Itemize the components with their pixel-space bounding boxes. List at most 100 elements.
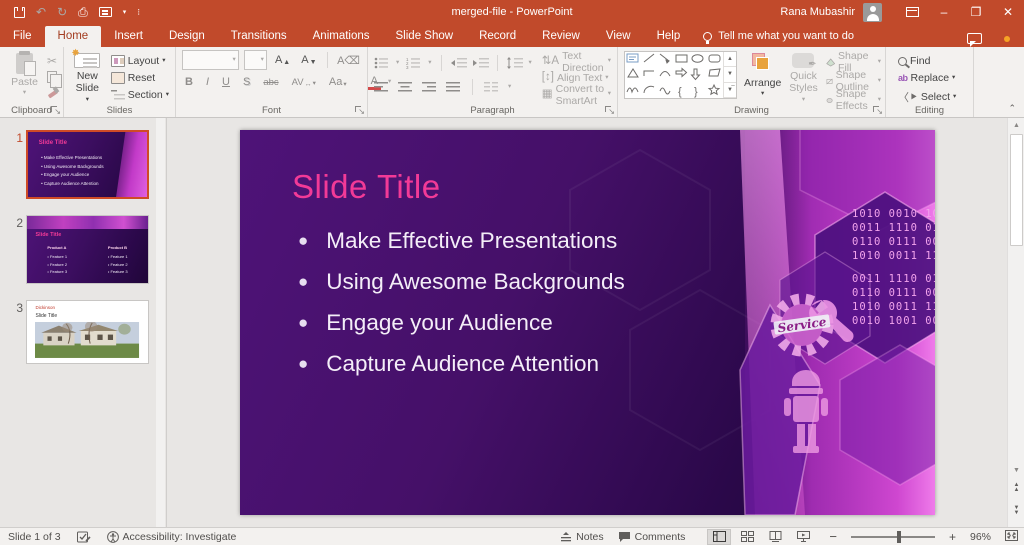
tab-file[interactable]: File — [0, 26, 45, 47]
section-button[interactable]: Section▾ — [109, 87, 171, 103]
restore-button[interactable]: ❐ — [960, 0, 992, 24]
comments-bubble-icon[interactable] — [967, 33, 982, 44]
find-button[interactable]: Find — [896, 55, 958, 67]
increase-indent-icon[interactable] — [473, 57, 488, 69]
align-center-icon[interactable] — [398, 81, 413, 93]
decrease-font-size-button[interactable]: A▼ — [298, 53, 319, 67]
previous-slide-button[interactable]: ▲▲ — [1008, 480, 1024, 496]
replace-button[interactable]: abReplace▾ — [896, 72, 958, 84]
tab-home[interactable]: Home — [45, 26, 102, 47]
undo-icon[interactable]: ↶ — [36, 6, 46, 18]
underline-button[interactable]: U — [219, 75, 233, 89]
font-name-combobox[interactable]: ▾ — [182, 50, 239, 70]
scrollbar-thumb[interactable] — [1010, 134, 1023, 246]
scroll-down-icon[interactable]: ▼ — [1008, 463, 1024, 478]
select-button[interactable]: 〈⯈Select▾ — [896, 89, 958, 105]
layout-button[interactable]: Layout▾ — [109, 53, 171, 69]
change-case-button[interactable]: Aa▾ — [326, 75, 350, 89]
thumbnail-slide-1[interactable]: 1 Slide Title • Make Effective Presentat… — [26, 130, 149, 199]
drawing-dialog-launcher[interactable] — [873, 106, 882, 115]
paragraph-dialog-launcher[interactable] — [605, 106, 614, 115]
slide-canvas[interactable]: 1010 0010 1001 0011 1110 0110 0110 0111 … — [240, 130, 935, 515]
quick-styles-button[interactable]: Quick Styles ▾ — [788, 51, 818, 103]
shapes-more-icon[interactable]: ▼̅ — [724, 83, 736, 98]
customize-qat-icon[interactable]: ⁝ — [137, 8, 140, 17]
slide-layout-icon[interactable] — [99, 7, 112, 17]
clipboard-dialog-launcher[interactable] — [51, 106, 60, 115]
close-button[interactable]: ✕ — [992, 0, 1024, 24]
collapse-ribbon-icon[interactable]: ⌃ — [1008, 103, 1016, 114]
numbering-icon[interactable]: 123 — [406, 57, 421, 69]
copy-icon[interactable] — [47, 71, 57, 83]
tab-transitions[interactable]: Transitions — [218, 26, 300, 47]
zoom-slider-thumb[interactable] — [897, 531, 901, 543]
ribbon-display-options-button[interactable] — [896, 0, 928, 24]
bold-button[interactable]: B — [182, 75, 196, 89]
cut-icon[interactable] — [47, 54, 59, 68]
slide-title-text[interactable]: Slide Title — [292, 168, 441, 206]
normal-view-button[interactable] — [707, 529, 731, 545]
avatar[interactable] — [863, 3, 882, 22]
qat-dropdown-icon[interactable]: ▾ — [123, 9, 127, 16]
accessibility-checker[interactable]: Accessibility: Investigate — [107, 531, 237, 543]
start-slideshow-icon[interactable]: ⎙ — [78, 6, 88, 18]
comments-button[interactable]: Comments — [618, 531, 686, 543]
convert-smartart-button[interactable]: ▦Convert to SmartArt▾ — [540, 86, 613, 103]
increase-font-size-button[interactable]: A▲ — [272, 53, 293, 67]
minimize-button[interactable]: – — [928, 0, 960, 24]
slide-show-button[interactable] — [791, 529, 815, 545]
italic-button[interactable]: I — [203, 75, 212, 89]
strikethrough-button[interactable]: abc — [260, 76, 281, 89]
tab-record[interactable]: Record — [466, 26, 529, 47]
tab-design[interactable]: Design — [156, 26, 218, 47]
shape-fill-button[interactable]: Shape Fill▾ — [826, 54, 881, 70]
arrange-button[interactable]: Arrange ▾ — [744, 51, 781, 103]
shapes-scroll-up-icon[interactable]: ▲ — [724, 52, 736, 67]
spell-check-icon[interactable] — [77, 531, 91, 543]
columns-icon[interactable] — [484, 81, 499, 93]
save-icon[interactable] — [14, 7, 25, 18]
vertical-scrollbar[interactable]: ▲ ▼ ▲▲ ▼▼ — [1007, 118, 1024, 527]
account-name[interactable]: Rana Mubashir — [780, 6, 855, 18]
zoom-level[interactable]: 96% — [970, 531, 991, 543]
zoom-slider[interactable] — [851, 536, 935, 538]
align-left-icon[interactable] — [374, 81, 389, 93]
align-right-icon[interactable] — [422, 81, 437, 93]
bullets-icon[interactable] — [374, 57, 389, 69]
tab-view[interactable]: View — [593, 26, 644, 47]
line-spacing-icon[interactable] — [507, 57, 522, 69]
font-dialog-launcher[interactable] — [355, 106, 364, 115]
tab-review[interactable]: Review — [529, 26, 593, 47]
tab-slide-show[interactable]: Slide Show — [383, 26, 467, 47]
paste-button[interactable]: Paste ▾ — [6, 51, 43, 103]
font-size-combobox[interactable]: ▾ — [244, 50, 267, 70]
thumbnail-slide-2[interactable]: 2 Slide Title Product A • Feature 1 • Fe… — [26, 215, 149, 284]
new-slide-button[interactable]: New Slide ▾ — [70, 51, 105, 103]
shapes-gallery-scroll[interactable]: ▲ ▼ ▼̅ — [723, 52, 736, 98]
character-spacing-button[interactable]: AV↔▾ — [289, 76, 319, 89]
tab-help[interactable]: Help — [644, 26, 694, 47]
slide-sorter-view-button[interactable] — [735, 529, 759, 545]
reset-button[interactable]: Reset — [109, 70, 171, 86]
redo-icon[interactable]: ↻ — [57, 6, 67, 18]
zoom-in-button[interactable]: + — [949, 530, 956, 544]
next-slide-button[interactable]: ▼▼ — [1008, 503, 1024, 519]
zoom-out-button[interactable]: − — [829, 529, 837, 544]
slide-body-text[interactable]: ●Make Effective Presentations ●Using Awe… — [298, 228, 625, 392]
thumbnail-slide-3[interactable]: 3 Dickinson Slide Title — [26, 300, 149, 364]
fit-to-window-button[interactable] — [1005, 530, 1018, 544]
tab-animations[interactable]: Animations — [300, 26, 383, 47]
shapes-scroll-down-icon[interactable]: ▼ — [724, 67, 736, 82]
slide-indicator[interactable]: Slide 1 of 3 — [8, 531, 61, 543]
text-direction-button[interactable]: ⇅AText Direction▾ — [540, 53, 613, 70]
decrease-indent-icon[interactable] — [451, 57, 466, 69]
thumbnail-scrollbar[interactable] — [156, 118, 165, 527]
format-painter-icon[interactable] — [47, 86, 59, 98]
tab-insert[interactable]: Insert — [101, 26, 156, 47]
text-shadow-button[interactable]: S — [240, 75, 253, 89]
scroll-up-icon[interactable]: ▲ — [1008, 118, 1024, 133]
justify-icon[interactable] — [446, 81, 461, 93]
shapes-gallery[interactable]: { } ▲ ▼ ▼̅ — [624, 51, 737, 99]
reading-view-button[interactable] — [763, 529, 787, 545]
notes-button[interactable]: Notes — [560, 531, 603, 543]
